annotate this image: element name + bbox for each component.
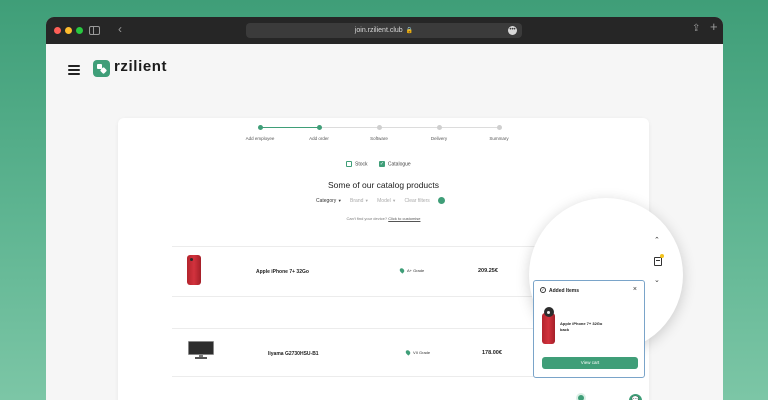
stock-checkbox[interactable]: Stock (346, 161, 368, 167)
location-pin-icon (398, 267, 406, 275)
chevron-down-icon: ▼ (392, 197, 397, 203)
product-grade: VII Grade (404, 349, 431, 357)
step-dot-add-employee (258, 125, 263, 130)
catalogue-label: Catalogue (387, 161, 411, 168)
chat-icon[interactable]: 💬 (629, 394, 642, 400)
order-stepper: Add employee Add order Software Delivery… (118, 118, 649, 148)
url-text: join.rzilient.club (354, 27, 403, 34)
stock-checkbox-box[interactable] (346, 161, 352, 167)
chevron-down-icon[interactable]: ⌄ (654, 276, 660, 284)
catalogue-checkbox-box[interactable] (378, 161, 385, 167)
step-dot-software (377, 125, 382, 130)
location-pin-icon (404, 349, 412, 357)
brand-filter[interactable]: Brand ▼ (350, 198, 369, 204)
share-icon[interactable]: ⇪ (692, 23, 700, 35)
catalog-title: Some of our catalog products (327, 180, 440, 190)
product-name: Apple iPhone 7+ 32Go (256, 269, 309, 275)
step-dot-add-order (317, 125, 322, 130)
stock-label: Stock (355, 161, 368, 168)
step-dot-summary (497, 125, 502, 130)
step-connector (379, 127, 439, 128)
added-item-name-line1: Apple iPhone 7+ 32Go (560, 321, 603, 326)
step-label-add-employee[interactable]: Add employee (230, 136, 290, 141)
brand-logo-icon (93, 60, 110, 77)
added-items-title: Added Items (549, 288, 580, 294)
step-connector (261, 127, 319, 128)
step-label-delivery[interactable]: Delivery (409, 136, 469, 141)
view-cart-button[interactable]: View cart (542, 357, 638, 369)
browser-titlebar: ‹ join.rzilient.club 🔒 ••• ⇪ + (46, 17, 723, 44)
maximize-window-button[interactable] (76, 27, 83, 34)
address-bar[interactable]: join.rzilient.club 🔒 ••• (246, 23, 522, 38)
product-name: Iiyama G2730HSU-B1 (268, 351, 319, 357)
category-filter[interactable]: Category ▼ (316, 198, 342, 204)
sidebar-toggle-icon[interactable] (89, 26, 100, 35)
chevron-up-icon[interactable]: ⌃ (654, 236, 660, 244)
product-image-monitor (188, 341, 214, 359)
brand-filter-label: Brand (350, 197, 364, 204)
grade-text: VII Grade (413, 350, 431, 355)
added-item-name-line2: back (560, 327, 570, 332)
browser-window: ‹ join.rzilient.club 🔒 ••• ⇪ + rzilient A… (46, 17, 723, 400)
step-label-add-order[interactable]: Add order (289, 136, 349, 141)
grade-text: A+ Grade (407, 268, 425, 273)
customise-link[interactable]: Click to customise (388, 216, 420, 221)
close-icon[interactable]: × (633, 286, 637, 293)
model-filter-label: Model (377, 197, 391, 204)
menu-icon[interactable] (68, 65, 80, 75)
step-label-software[interactable]: Software (349, 136, 409, 141)
page-content: rzilient Add employee Add order Software… (46, 44, 723, 400)
added-item-image (542, 307, 555, 344)
source-toggles: Stock Catalogue (346, 161, 421, 168)
category-filter-label: Category (316, 197, 337, 204)
cart-badge (660, 254, 664, 258)
catalog-filters: Category ▼ Brand ▼ Model ▼ Clear filters (316, 197, 446, 204)
brand-name: rzilient (114, 58, 168, 75)
back-arrow-icon[interactable]: ‹ (118, 23, 122, 35)
minimize-window-button[interactable] (65, 27, 72, 34)
step-connector (319, 127, 379, 128)
chevron-down-icon: ▼ (364, 197, 369, 203)
check-circle-icon: ✓ (540, 287, 546, 293)
product-grade: A+ Grade (398, 267, 425, 275)
new-tab-icon[interactable]: + (710, 20, 718, 33)
ellipsis-icon[interactable]: ••• (508, 26, 517, 35)
step-dot-delivery (437, 125, 442, 130)
chevron-down-icon: ▼ (337, 197, 342, 203)
status-dot (578, 395, 584, 400)
hint-text: Can't find your device? (346, 216, 388, 221)
added-item-name: Apple iPhone 7+ 32Go back (560, 321, 620, 333)
product-image-phone (187, 255, 201, 285)
added-items-panel: ✓ Added Items × Apple iPhone 7+ 32Go back… (533, 280, 645, 378)
catalogue-checkbox[interactable]: Catalogue (378, 161, 411, 168)
lock-icon: 🔒 (405, 28, 414, 34)
filter-status-dot (438, 197, 446, 204)
product-price: 209.25€ (478, 268, 498, 274)
close-window-button[interactable] (54, 27, 61, 34)
step-label-summary[interactable]: Summary (469, 136, 529, 141)
cart-icon[interactable] (654, 257, 662, 266)
product-price: 178.00€ (482, 350, 502, 356)
step-connector (439, 127, 499, 128)
clear-filters-button[interactable]: Clear filters (405, 198, 430, 204)
model-filter[interactable]: Model ▼ (377, 198, 396, 204)
